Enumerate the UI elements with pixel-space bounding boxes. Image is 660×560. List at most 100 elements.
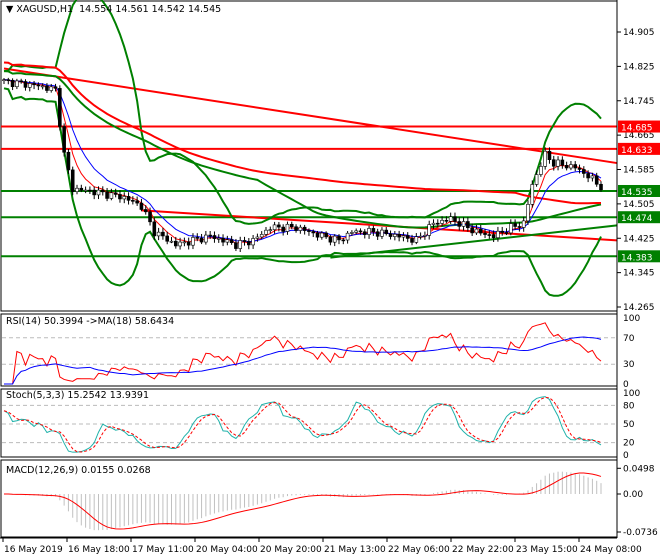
candle (354, 230, 358, 233)
candle (139, 202, 144, 210)
candle (229, 239, 234, 243)
candle (431, 222, 436, 225)
candle (556, 159, 560, 167)
candle (122, 196, 127, 200)
candle (143, 209, 148, 213)
price-axis-label: 14.345 (623, 269, 655, 279)
level-price-label: 14.535 (621, 188, 653, 198)
time-axis-label: 17 May 11:00 (132, 545, 194, 555)
candle (32, 83, 36, 86)
candle (491, 234, 496, 239)
candle (298, 226, 303, 231)
candle (594, 175, 599, 185)
candle (487, 234, 492, 236)
time-axis-label: 24 May 08:00 (580, 545, 642, 555)
chart-window[interactable]: 14.905 14.825 14.745 14.665 14.585 14.505 14.4… (0, 0, 660, 560)
candle (83, 189, 88, 192)
time-axis-label: 16 May 18:00 (68, 545, 130, 555)
stoch-axis-label: 80 (623, 401, 635, 411)
candle (448, 216, 453, 222)
candle (27, 83, 32, 88)
candle (500, 230, 505, 233)
candle (466, 221, 470, 229)
candle (118, 194, 122, 200)
candle (328, 236, 333, 243)
candle (440, 219, 444, 224)
candle (345, 232, 350, 241)
candle (384, 229, 389, 234)
rsi-axis-label: 100 (623, 314, 640, 324)
candle (341, 239, 346, 242)
candle (135, 200, 139, 204)
candle (234, 242, 238, 249)
candle (324, 232, 328, 238)
candle (272, 224, 277, 230)
candle (285, 223, 290, 232)
candle (504, 232, 509, 234)
candle (375, 231, 380, 237)
candle (173, 240, 178, 247)
candle (573, 164, 578, 169)
candle (414, 236, 419, 243)
candle (161, 231, 165, 237)
candle (264, 229, 268, 235)
candle (311, 231, 316, 234)
candle (586, 173, 590, 179)
candle (496, 230, 500, 239)
macd-axis-label: 0.0498 (623, 464, 655, 474)
candle (2, 79, 6, 81)
candle (509, 223, 513, 234)
macd-title: MACD(12,26,9) 0.0155 0.0268 (6, 465, 151, 476)
candle (208, 234, 212, 237)
rsi-axis-label: 30 (623, 360, 635, 370)
candle (221, 237, 225, 243)
candle (397, 233, 401, 238)
candle (393, 233, 397, 237)
candle (478, 228, 483, 234)
price-axis-label: 14.825 (623, 62, 655, 72)
candle (367, 228, 371, 235)
candle (320, 232, 324, 238)
rsi-ma-line (4, 336, 602, 385)
chart-canvas[interactable]: 14.90514.82514.74514.66514.58514.50514.4… (0, 0, 660, 560)
time-axis-label: 22 May 06:00 (388, 545, 450, 555)
candle (109, 192, 114, 199)
candle (259, 234, 264, 238)
candle (148, 211, 152, 223)
price-axis-label: 14.585 (623, 166, 655, 176)
candle (15, 80, 19, 88)
candle (307, 230, 311, 232)
candle (547, 150, 552, 160)
rsi-axis-label: 70 (623, 334, 635, 344)
candle (534, 174, 539, 185)
candle (405, 235, 410, 239)
candle (513, 223, 517, 227)
rsi-title: RSI(14) 50.3994 ->MA(18) 58.6434 (6, 316, 175, 327)
candle (302, 226, 307, 231)
candle (113, 192, 118, 195)
candle (423, 235, 427, 237)
candle (88, 189, 92, 192)
candle (401, 235, 406, 238)
candle (530, 184, 535, 205)
candle (294, 226, 298, 231)
candle (45, 85, 49, 91)
candle (281, 226, 285, 232)
candle (435, 222, 440, 225)
candle (599, 183, 603, 191)
candle (182, 241, 187, 244)
stoch-axis-label: 0 (623, 451, 629, 461)
candle (212, 235, 217, 239)
time-axis-label: 23 May 15:00 (516, 545, 578, 555)
dropdown-triangle-icon[interactable]: ▼ (6, 4, 13, 15)
candle (332, 235, 337, 243)
candle (195, 237, 200, 239)
candle (362, 231, 367, 235)
panel-frame-0 (0, 0, 618, 312)
candle (53, 86, 58, 89)
candle (277, 224, 281, 228)
candle (165, 235, 170, 242)
open-value: 14.554 (79, 4, 113, 15)
candle (75, 187, 79, 192)
candle (517, 226, 522, 228)
